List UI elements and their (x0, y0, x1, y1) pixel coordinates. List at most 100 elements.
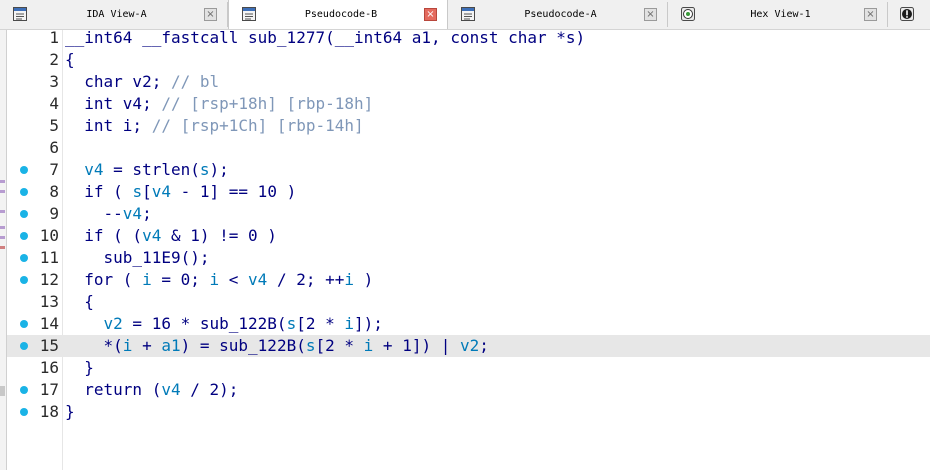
code-line[interactable]: 6 (7, 137, 930, 159)
code-line[interactable]: 3 char v2; // bl (7, 71, 930, 93)
code-comment: // bl (170, 72, 220, 91)
code-token: if ( ( (65, 226, 143, 245)
code-line[interactable]: 11 sub_11E9(); (7, 247, 930, 269)
code-line[interactable]: 8 if ( s[v4 - 1] == 10 ) (7, 181, 930, 203)
pseudocode-icon (461, 7, 475, 21)
code-line[interactable]: 10 if ( (v4 & 1) != 0 ) (7, 225, 930, 247)
hex-view-icon (681, 7, 695, 21)
code-text: { (65, 49, 75, 71)
code-token: __int64 __fastcall sub_1277(__int64 a1, … (65, 28, 586, 47)
line-number: 17 (39, 380, 59, 399)
code-variable: i (344, 270, 355, 289)
line-number: 1 (49, 28, 59, 47)
code-variable: v4 (248, 270, 268, 289)
code-variable: i (344, 314, 355, 333)
close-icon[interactable]: × (864, 8, 877, 21)
code-line[interactable]: 16 } (7, 357, 930, 379)
code-token: = 0; (151, 270, 210, 289)
code-token: if ( (65, 182, 133, 201)
code-line[interactable]: 1 __int64 __fastcall sub_1277(__int64 a1,… (7, 27, 930, 49)
code-text: if ( s[v4 - 1] == 10 ) (65, 181, 296, 203)
line-number: 12 (39, 270, 59, 289)
line-number: 5 (49, 116, 59, 135)
code-variable: i (363, 336, 374, 355)
code-text: { (65, 291, 94, 313)
code-token: return ( (65, 380, 162, 399)
code-text: char v2; // bl (65, 71, 219, 93)
code-token: ; (142, 204, 152, 223)
code-line[interactable]: 2{ (7, 49, 930, 71)
close-icon[interactable]: × (204, 8, 217, 21)
code-text: } (65, 401, 75, 423)
code-text: return (v4 / 2); (65, 379, 238, 401)
line-number: 3 (49, 72, 59, 91)
code-text: v4 = strlen(s); (65, 159, 229, 181)
code-token: sub_11E9(); (65, 248, 210, 267)
code-token: } (65, 358, 94, 377)
close-icon[interactable]: × (644, 8, 657, 21)
code-line[interactable]: 18} (7, 401, 930, 423)
code-token: ) (354, 270, 374, 289)
line-number: 7 (49, 160, 59, 179)
code-token: ); (209, 160, 229, 179)
code-token: ]); (354, 314, 383, 333)
line-number: 16 (39, 358, 59, 377)
code-text: --v4; (65, 203, 152, 225)
code-line[interactable]: 9 --v4; (7, 203, 930, 225)
tab-ida-view-a[interactable]: IDA View-A × (0, 2, 228, 27)
tab-label: Pseudocode-B (304, 9, 378, 20)
code-token: + (132, 336, 162, 355)
code-variable: i (209, 270, 220, 289)
pseudocode-icon (242, 7, 256, 21)
code-token: int i; (65, 116, 152, 135)
code-token: < (219, 270, 249, 289)
code-line[interactable]: 15 *(i + a1) = sub_122B(s[2 * i + 1]) | … (7, 335, 930, 357)
tab-pseudocode-a[interactable]: Pseudocode-A × (448, 2, 668, 27)
tab-label: Hex View-1 (750, 9, 811, 20)
code-line[interactable]: 12 for ( i = 0; i < v4 / 2; ++i ) (7, 269, 930, 291)
line-number: 9 (49, 204, 59, 223)
code-token: int v4; (65, 94, 162, 113)
line-number: 4 (49, 94, 59, 113)
navigation-mark (0, 246, 5, 249)
code-token: ; (479, 336, 489, 355)
code-line[interactable]: 17 return (v4 / 2); (7, 379, 930, 401)
code-variable: v4 (151, 182, 171, 201)
navigation-mark (0, 386, 5, 396)
tab-bar: IDA View-A × Pseudocode-B × Pseudocode-A… (0, 0, 930, 30)
tab-hex-view-1[interactable]: Hex View-1 × (668, 2, 888, 27)
code-token: & 1) != 0 ) (161, 226, 277, 245)
code-line[interactable]: 4 int v4; // [rsp+18h] [rbp-18h] (7, 93, 930, 115)
code-token: { (65, 50, 75, 69)
code-token: } (65, 402, 75, 421)
code-text: sub_11E9(); (65, 247, 210, 269)
code-text: if ( (v4 & 1) != 0 ) (65, 225, 277, 247)
code-token: { (65, 292, 94, 311)
code-line[interactable]: 13 { (7, 291, 930, 313)
code-token: ) = sub_122B( (180, 336, 306, 355)
code-token: / 2; ++ (267, 270, 345, 289)
tab-label: Pseudocode-A (524, 9, 597, 20)
line-number: 18 (39, 402, 59, 421)
code-variable: s (199, 160, 210, 179)
code-text: for ( i = 0; i < v4 / 2; ++i ) (65, 269, 373, 291)
code-line[interactable]: 7 v4 = strlen(s); (7, 159, 930, 181)
code-variable: i (122, 336, 133, 355)
code-token: - 1] == 10 ) (170, 182, 297, 201)
code-text: __int64 __fastcall sub_1277(__int64 a1, … (65, 27, 585, 49)
code-comment: // [rsp+18h] [rbp-18h] (161, 94, 374, 113)
close-icon[interactable]: × (424, 8, 437, 21)
line-number: 8 (49, 182, 59, 201)
code-line[interactable]: 14 v2 = 16 * sub_122B(s[2 * i]); (7, 313, 930, 335)
code-token: *( (65, 336, 123, 355)
code-text: int v4; // [rsp+18h] [rbp-18h] (65, 93, 373, 115)
tab-more[interactable] (888, 2, 930, 27)
code-token: + 1]) | (373, 336, 460, 355)
navigation-mark (0, 190, 5, 193)
code-line[interactable]: 5 int i; // [rsp+1Ch] [rbp-14h] (7, 115, 930, 137)
code-token: [2 * (315, 336, 364, 355)
line-number: 14 (39, 314, 59, 333)
tab-pseudocode-b[interactable]: Pseudocode-B × (228, 0, 448, 29)
